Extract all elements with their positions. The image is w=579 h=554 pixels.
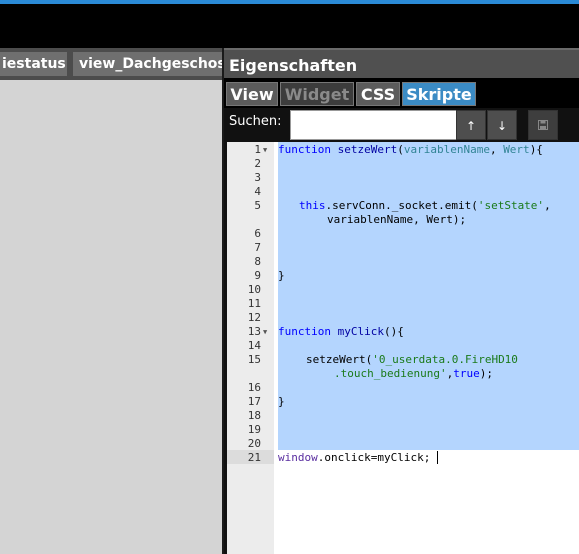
line-number: 10 bbox=[247, 283, 261, 296]
fold-toggle-icon[interactable]: ▼ bbox=[263, 143, 267, 157]
search-next-button[interactable]: ↓ bbox=[487, 110, 517, 140]
view-canvas[interactable] bbox=[0, 80, 222, 554]
line-number: 14 bbox=[247, 339, 261, 352]
line-number: 18 bbox=[247, 409, 261, 422]
code-line: this.servConn._socket.emit('setState', bbox=[299, 199, 551, 213]
line-number: 3 bbox=[254, 171, 261, 184]
code-token: .touch_bedienung' bbox=[334, 367, 447, 380]
properties-panel: Eigenschaften View Widget CSS Skripte Su… bbox=[224, 48, 579, 554]
view-tab[interactable]: view_Dachgeschoss bbox=[73, 52, 222, 76]
code-token: function bbox=[278, 143, 331, 156]
view-tab[interactable]: iestatus bbox=[0, 52, 67, 76]
panel-title: Eigenschaften bbox=[224, 48, 579, 78]
code-token: .onclick=myClick; bbox=[317, 451, 431, 464]
line-number: 7 bbox=[254, 241, 261, 254]
code-token: Wert bbox=[503, 143, 530, 156]
line-number: 12 bbox=[247, 311, 261, 324]
line-number: 6 bbox=[254, 227, 261, 240]
code-token: true bbox=[453, 367, 480, 380]
search-label: Suchen: bbox=[229, 114, 282, 129]
code-token: window bbox=[278, 451, 318, 464]
line-number: 8 bbox=[254, 255, 261, 268]
code-token: '0_userdata.0.FireHD10 bbox=[372, 353, 518, 366]
code-token: ( bbox=[397, 143, 404, 156]
line-number: 15 bbox=[247, 353, 261, 366]
code-editor[interactable]: 1 ▼ 2 3 4 5 6 7 8 9 10 11 12 13 ▼ 14 15 … bbox=[227, 142, 579, 554]
code-token: ); bbox=[479, 367, 493, 380]
code-token: setzeWert( bbox=[306, 353, 373, 366]
code-line: .touch_bedienung',true); bbox=[334, 367, 493, 381]
line-number: 5 bbox=[254, 199, 261, 212]
code-token: variablenName bbox=[403, 143, 490, 156]
code-token: (){ bbox=[383, 325, 404, 338]
code-token: this bbox=[299, 199, 326, 212]
line-number: 1 bbox=[254, 143, 261, 156]
line-number: 17 bbox=[247, 395, 261, 408]
line-number: 9 bbox=[254, 269, 261, 282]
code-token: , bbox=[489, 143, 504, 156]
line-number: 16 bbox=[247, 381, 261, 394]
panel-tabs: View Widget CSS Skripte bbox=[224, 78, 579, 108]
code-token: ){ bbox=[529, 143, 543, 156]
code-line: variablenName, Wert); bbox=[327, 213, 467, 226]
code-line: function setzeWert(variablenName, Wert){ bbox=[278, 143, 543, 157]
save-icon bbox=[538, 119, 548, 133]
line-number: 19 bbox=[247, 423, 261, 436]
code-line: window.onclick=myClick; bbox=[278, 451, 430, 465]
text-selection bbox=[278, 142, 579, 450]
code-token: myClick bbox=[337, 325, 384, 338]
text-cursor bbox=[437, 451, 438, 464]
code-token: .servConn._socket.emit( bbox=[325, 199, 478, 212]
code-token: setzeWert bbox=[337, 143, 398, 156]
code-line: } bbox=[278, 395, 285, 408]
search-prev-button[interactable]: ↑ bbox=[456, 110, 486, 140]
tab-skripte[interactable]: Skripte bbox=[402, 82, 476, 106]
top-bar bbox=[0, 0, 579, 48]
code-token: function bbox=[278, 325, 331, 338]
tab-widget[interactable]: Widget bbox=[280, 82, 354, 106]
line-number: 4 bbox=[254, 185, 261, 198]
code-line: function myClick(){ bbox=[278, 325, 404, 339]
tab-view[interactable]: View bbox=[226, 82, 278, 106]
arrow-up-icon: ↑ bbox=[465, 119, 477, 133]
line-number: 2 bbox=[254, 157, 261, 170]
arrow-down-icon: ↓ bbox=[496, 119, 508, 133]
line-number: 11 bbox=[247, 297, 261, 310]
code-line: setzeWert('0_userdata.0.FireHD10 bbox=[306, 353, 518, 367]
code-token: 'setState' bbox=[477, 199, 545, 212]
view-tabs-bar: iestatus view_Dachgeschoss bbox=[0, 48, 222, 80]
search-input[interactable] bbox=[290, 110, 458, 140]
fold-toggle-icon[interactable]: ▼ bbox=[263, 325, 267, 339]
code-line: } bbox=[278, 269, 285, 282]
tab-css[interactable]: CSS bbox=[356, 82, 400, 106]
line-number: 13 bbox=[247, 325, 261, 338]
save-button[interactable] bbox=[528, 110, 558, 140]
line-number: 21 bbox=[247, 451, 261, 464]
line-number: 20 bbox=[247, 437, 261, 450]
search-bar: Suchen: ↑ ↓ bbox=[224, 108, 579, 142]
code-token: , bbox=[544, 199, 551, 212]
